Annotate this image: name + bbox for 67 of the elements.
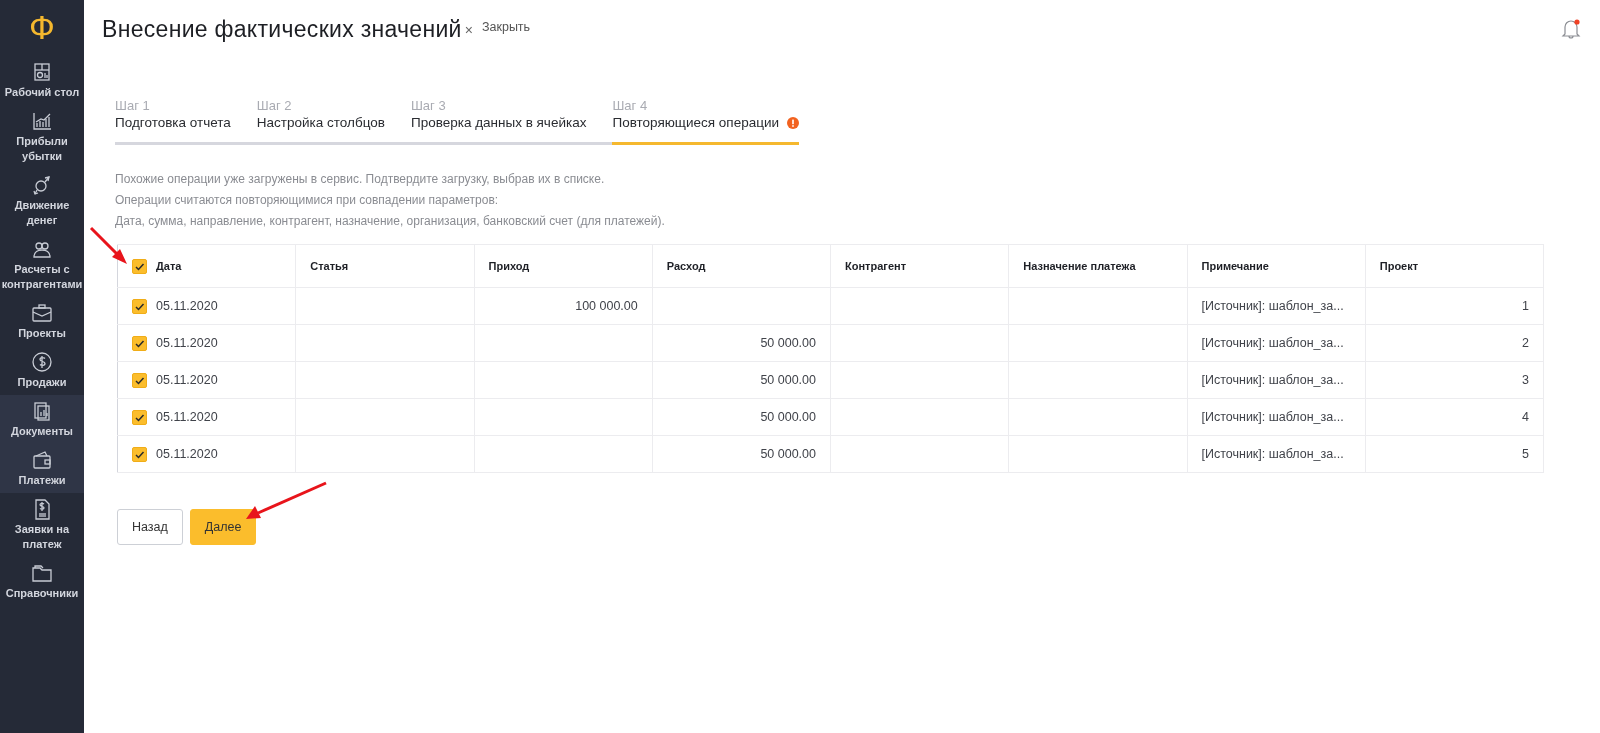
column-header: Дата bbox=[156, 260, 182, 272]
table-cell: 05.11.2020 bbox=[156, 336, 218, 350]
table-cell: [Источник]: шаблон_за... bbox=[1187, 435, 1366, 473]
info-text: Похожие операции уже загружены в сервис. Подтвердите загрузку, выбрав их в списке. bbox=[115, 171, 606, 187]
documents-icon bbox=[31, 400, 53, 422]
column-header: Назначение платежа bbox=[1008, 244, 1187, 288]
back-button[interactable]: Назад bbox=[117, 509, 183, 545]
bar-chart-icon bbox=[31, 110, 53, 132]
sidebar-item[interactable]: Проекты bbox=[0, 297, 84, 346]
row-checkbox[interactable] bbox=[132, 372, 147, 388]
table-cell: 50 000.00 bbox=[652, 398, 831, 436]
table-cell: 1 bbox=[1365, 287, 1544, 325]
column-header: Проект bbox=[1365, 244, 1544, 288]
table-cell: 4 bbox=[1365, 398, 1544, 436]
column-header: Примечание bbox=[1187, 244, 1366, 288]
sidebar-item[interactable]: Рабочий стол bbox=[0, 56, 84, 105]
step-tab[interactable]: Шаг 1 Подготовка отчета bbox=[115, 97, 257, 145]
row-checkbox[interactable] bbox=[132, 446, 147, 462]
table-cell: 05.11.2020 bbox=[156, 410, 218, 424]
close-button[interactable]: × bbox=[464, 22, 473, 38]
sidebar-item[interactable]: Движение денег bbox=[0, 169, 84, 233]
page-title: Внесение фактических значений bbox=[102, 16, 462, 43]
logo: Ф bbox=[29, 7, 55, 48]
sidebar-item[interactable]: Документы bbox=[0, 395, 84, 444]
step-tab[interactable]: Шаг 4 Повторяющиеся операции bbox=[612, 97, 799, 145]
column-header: Расход bbox=[652, 244, 831, 288]
row-checkbox[interactable] bbox=[132, 409, 147, 425]
table-cell: 50 000.00 bbox=[652, 361, 831, 399]
sidebar-item[interactable]: Платежи bbox=[0, 444, 84, 493]
sidebar-item[interactable]: Прибыли убытки bbox=[0, 105, 84, 169]
step-tab[interactable]: Шаг 2 Настройка столбцов bbox=[256, 97, 411, 145]
table-cell: 50 000.00 bbox=[652, 435, 831, 473]
table-cell: 50 000.00 bbox=[652, 324, 831, 362]
sidebar-item[interactable]: Продажи bbox=[0, 346, 84, 395]
row-checkbox[interactable] bbox=[132, 335, 147, 351]
table-cell: 05.11.2020 bbox=[156, 373, 218, 387]
coin-arrows-icon bbox=[31, 174, 53, 196]
row-checkbox[interactable] bbox=[132, 298, 147, 314]
folder-icon bbox=[31, 562, 53, 584]
column-header: Контрагент bbox=[830, 244, 1009, 288]
table-cell: [Источник]: шаблон_за... bbox=[1187, 324, 1366, 362]
info-text: Операции считаются повторяющимися при совпадении параметров: bbox=[115, 192, 500, 208]
dollar-circle-icon bbox=[31, 351, 53, 373]
table-cell: 100 000.00 bbox=[474, 287, 653, 325]
table-cell: 3 bbox=[1365, 361, 1544, 399]
next-button[interactable]: Далее bbox=[189, 509, 257, 545]
sidebar-item[interactable]: Справочники bbox=[0, 557, 84, 606]
briefcase-icon bbox=[31, 302, 53, 324]
table-cell: 5 bbox=[1365, 435, 1544, 473]
step-tab[interactable]: Шаг 3 Проверка данных в ячейках bbox=[410, 97, 613, 145]
dashboard-icon bbox=[31, 61, 53, 83]
table-cell: [Источник]: шаблон_за... bbox=[1187, 398, 1366, 436]
sidebar-item[interactable]: Заявки на платеж bbox=[0, 493, 84, 557]
close-link[interactable]: Закрыть bbox=[481, 20, 531, 34]
table-cell: 05.11.2020 bbox=[156, 299, 218, 313]
notification-bell-icon[interactable] bbox=[1560, 17, 1582, 39]
wallet-icon bbox=[31, 449, 53, 471]
sidebar-item[interactable]: Расчеты с контрагентами bbox=[0, 233, 84, 297]
table-cell: 05.11.2020 bbox=[156, 447, 218, 461]
column-header: Приход bbox=[474, 244, 653, 288]
annotation-arrow bbox=[89, 226, 127, 264]
table-cell: [Источник]: шаблон_за... bbox=[1187, 287, 1366, 325]
info-text: Дата, сумма, направление, контрагент, назначение, организация, банковский счет (для платежей). bbox=[115, 213, 665, 229]
select-all-checkbox[interactable] bbox=[132, 258, 147, 274]
table-cell: [Источник]: шаблон_за... bbox=[1187, 361, 1366, 399]
column-header: Статья bbox=[295, 244, 474, 288]
table-cell: 2 bbox=[1365, 324, 1544, 362]
